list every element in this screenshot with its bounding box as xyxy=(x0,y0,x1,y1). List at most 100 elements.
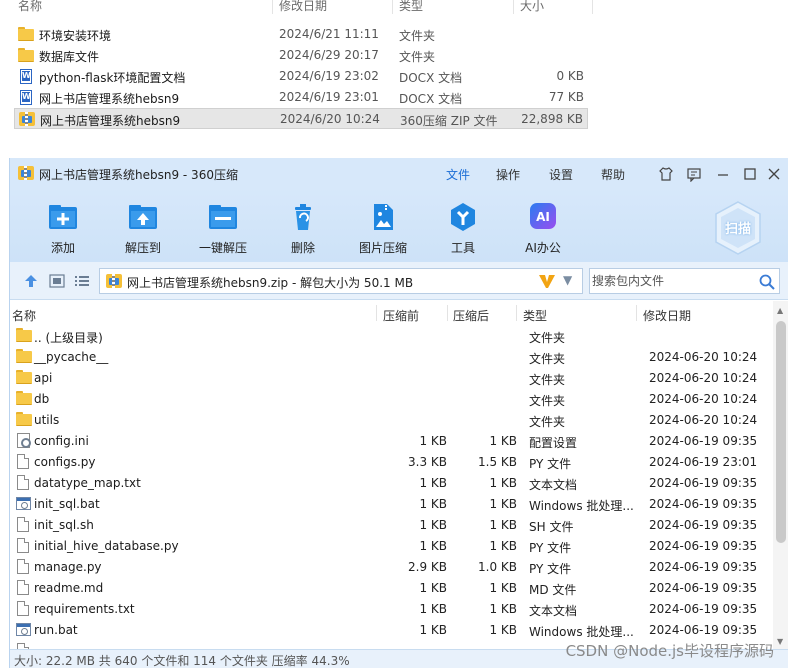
status-text: 大小: 22.2 MB 共 640 个文件和 114 个文件夹 压缩率 44.3… xyxy=(14,654,350,668)
modified-date: 2024/6/19 23:01 xyxy=(279,90,379,104)
explorer-row[interactable]: 网上书店管理系统hebsn9 2024/6/19 23:01 DOCX 文档 77 K… xyxy=(14,87,588,108)
table-row[interactable]: api 文件夹 2024-06-20 10:24 xyxy=(10,367,772,388)
maximize-icon[interactable] xyxy=(742,166,758,182)
column-type[interactable]: 类型 xyxy=(399,0,423,14)
table-row[interactable]: initial_hive_database.py 1 KB 1 KB PY 文件 202… xyxy=(10,535,772,556)
table-row[interactable]: run.bat 1 KB 1 KB Windows 批处理... 2024-06-19 … xyxy=(10,619,772,640)
size-after: 1 KB xyxy=(489,602,517,616)
v-logo-icon[interactable] xyxy=(537,272,557,290)
size-before: 1 KB xyxy=(419,581,447,595)
path-field[interactable]: 网上书店管理系统hebsn9.zip - 解包大小为 50.1 MB ▼ xyxy=(99,268,583,294)
menu-operate[interactable]: 操作 xyxy=(496,166,520,183)
table-row[interactable]: init_sql.bat 1 KB 1 KB Windows 批处理... 2024-0… xyxy=(10,493,772,514)
size-before: 1 KB xyxy=(419,434,447,448)
entry-date: 2024-06-19 23:01 xyxy=(649,455,758,469)
folder-icon xyxy=(16,328,32,343)
chevron-down-icon[interactable]: ▼ xyxy=(563,273,572,287)
scrollbar-thumb[interactable] xyxy=(776,321,786,543)
file-size: 22,898 KB xyxy=(521,112,583,126)
explorer-row[interactable]: python-flask环境配置文档 2024/6/19 23:02 DOCX 文档… xyxy=(14,66,588,87)
table-row[interactable]: datatype_map.txt 1 KB 1 KB 文本文档 2024-06-19 0… xyxy=(10,472,772,493)
table-row[interactable]: configs.py 3.3 KB 1.5 KB PY 文件 2024-06-19 23… xyxy=(10,451,772,472)
tools-button[interactable]: 工具 xyxy=(430,192,496,258)
one-click-extract-icon xyxy=(207,202,239,232)
add-button[interactable]: 添加 xyxy=(30,192,96,258)
file-name: 网上书店管理系统hebsn9 xyxy=(40,114,181,128)
explorer-row[interactable]: 环境安装环境 2024/6/21 11:11 文件夹 xyxy=(14,24,588,45)
size-before: 1 KB xyxy=(419,497,447,511)
search-box xyxy=(589,268,780,294)
vertical-scrollbar[interactable]: ▲ ▼ xyxy=(773,301,788,649)
entry-date: 2024-06-20 10:24 xyxy=(649,350,758,364)
explorer-row[interactable]: 网上书店管理系统hebsn9 2024/6/20 10:24 360压缩 ZIP 文… xyxy=(14,108,588,129)
entry-type: PY 文件 xyxy=(529,541,572,555)
up-level-icon[interactable] xyxy=(23,274,39,288)
entry-name: init_sql.sh xyxy=(34,518,94,532)
menu-help[interactable]: 帮助 xyxy=(601,166,625,183)
column-size[interactable]: 大小 xyxy=(520,0,544,14)
column-date[interactable]: 修改日期 xyxy=(279,0,327,14)
minimize-icon[interactable] xyxy=(715,166,731,182)
entry-name: utils xyxy=(34,413,60,427)
menu-settings[interactable]: 设置 xyxy=(549,166,573,183)
table-row[interactable]: requirements.txt 1 KB 1 KB 文本文档 2024-06-19 0… xyxy=(10,598,772,619)
table-row[interactable]: utils 文件夹 2024-06-20 10:24 xyxy=(10,409,772,430)
explorer-row[interactable]: 数据库文件 2024/6/29 20:17 文件夹 xyxy=(14,45,588,66)
svg-text:AI: AI xyxy=(536,210,550,224)
entry-name: readme.md xyxy=(34,581,104,595)
skin-icon[interactable] xyxy=(658,166,674,182)
table-row[interactable]: manage.py 2.9 KB 1.0 KB PY 文件 2024-06-19 09:… xyxy=(10,556,772,577)
scan-button[interactable]: 扫描 xyxy=(712,200,764,256)
size-after: 1 KB xyxy=(489,476,517,490)
table-row[interactable]: __pycache__ 文件夹 2024-06-20 10:24 xyxy=(10,346,772,367)
file-name: python-flask环境配置文档 xyxy=(39,71,186,85)
explorer-column-header: 名称 修改日期 类型 大小 xyxy=(0,0,788,14)
scroll-up-icon[interactable]: ▲ xyxy=(777,306,783,315)
column-name[interactable]: 名称 xyxy=(18,0,42,14)
search-icon[interactable] xyxy=(758,273,776,291)
table-row[interactable]: .. (上级目录) 文件夹 xyxy=(10,325,772,346)
one-click-extract-button[interactable]: 一键解压 xyxy=(190,192,256,258)
header-type[interactable]: 类型 xyxy=(523,307,547,324)
extract-to-button[interactable]: 解压到 xyxy=(110,192,176,258)
feedback-icon[interactable] xyxy=(686,166,702,183)
menu-file[interactable]: 文件 xyxy=(446,166,470,183)
entry-type: 文件夹 xyxy=(529,415,566,429)
thumbnail-view-icon[interactable] xyxy=(49,274,65,288)
file-size: 0 KB xyxy=(556,69,584,83)
list-view-icon[interactable] xyxy=(74,274,90,288)
entry-type: PY 文件 xyxy=(529,457,572,471)
file-list: .. (上级目录) 文件夹 __pycache__ 文件夹 2024-06-20 10:… xyxy=(10,325,772,649)
ai-office-button[interactable]: AI AI办公 xyxy=(510,192,576,258)
size-before: 1 KB xyxy=(419,602,447,616)
size-before: 1 KB xyxy=(419,476,447,490)
file-size: 77 KB xyxy=(548,90,584,104)
size-after: 1.0 KB xyxy=(478,560,517,574)
entry-date: 2024-06-19 09:35 xyxy=(649,560,758,574)
scroll-down-icon[interactable]: ▼ xyxy=(777,637,783,646)
delete-button[interactable]: 删除 xyxy=(270,192,336,258)
table-row[interactable]: readme.md 1 KB 1 KB MD 文件 2024-06-19 09:35 xyxy=(10,577,772,598)
entry-type: 配置设置 xyxy=(529,436,578,450)
docx-icon xyxy=(18,90,34,105)
table-row[interactable]: init_sql.sh 1 KB 1 KB SH 文件 2024-06-19 09:35 xyxy=(10,514,772,535)
file-icon xyxy=(16,559,32,574)
search-input[interactable] xyxy=(590,269,750,293)
header-uncompressed[interactable]: 压缩后 xyxy=(453,307,489,324)
extract-to-icon xyxy=(127,202,159,232)
header-name[interactable]: 名称 xyxy=(12,307,36,324)
file-type: 文件夹 xyxy=(399,29,436,43)
entry-name: configs.py xyxy=(34,455,96,469)
close-icon[interactable] xyxy=(766,166,782,182)
table-row[interactable]: config.ini 1 KB 1 KB 配置设置 2024-06-19 09:35 xyxy=(10,430,772,451)
entry-date: 2024-06-20 10:24 xyxy=(649,392,758,406)
folder-icon xyxy=(16,391,32,406)
image-compress-button[interactable]: 图片压缩 xyxy=(350,192,416,258)
header-date[interactable]: 修改日期 xyxy=(643,307,691,324)
window-title: 网上书店管理系统hebsn9 - 360压缩 xyxy=(39,168,238,182)
entry-name: config.ini xyxy=(34,434,89,448)
header-compressed[interactable]: 压缩前 xyxy=(383,307,419,324)
table-row[interactable]: db 文件夹 2024-06-20 10:24 xyxy=(10,388,772,409)
size-after: 1 KB xyxy=(489,539,517,553)
toolbar: 添加 解压到 一键解压 删除 图片压缩 工具 AI AI办公 扫描 xyxy=(10,188,788,262)
